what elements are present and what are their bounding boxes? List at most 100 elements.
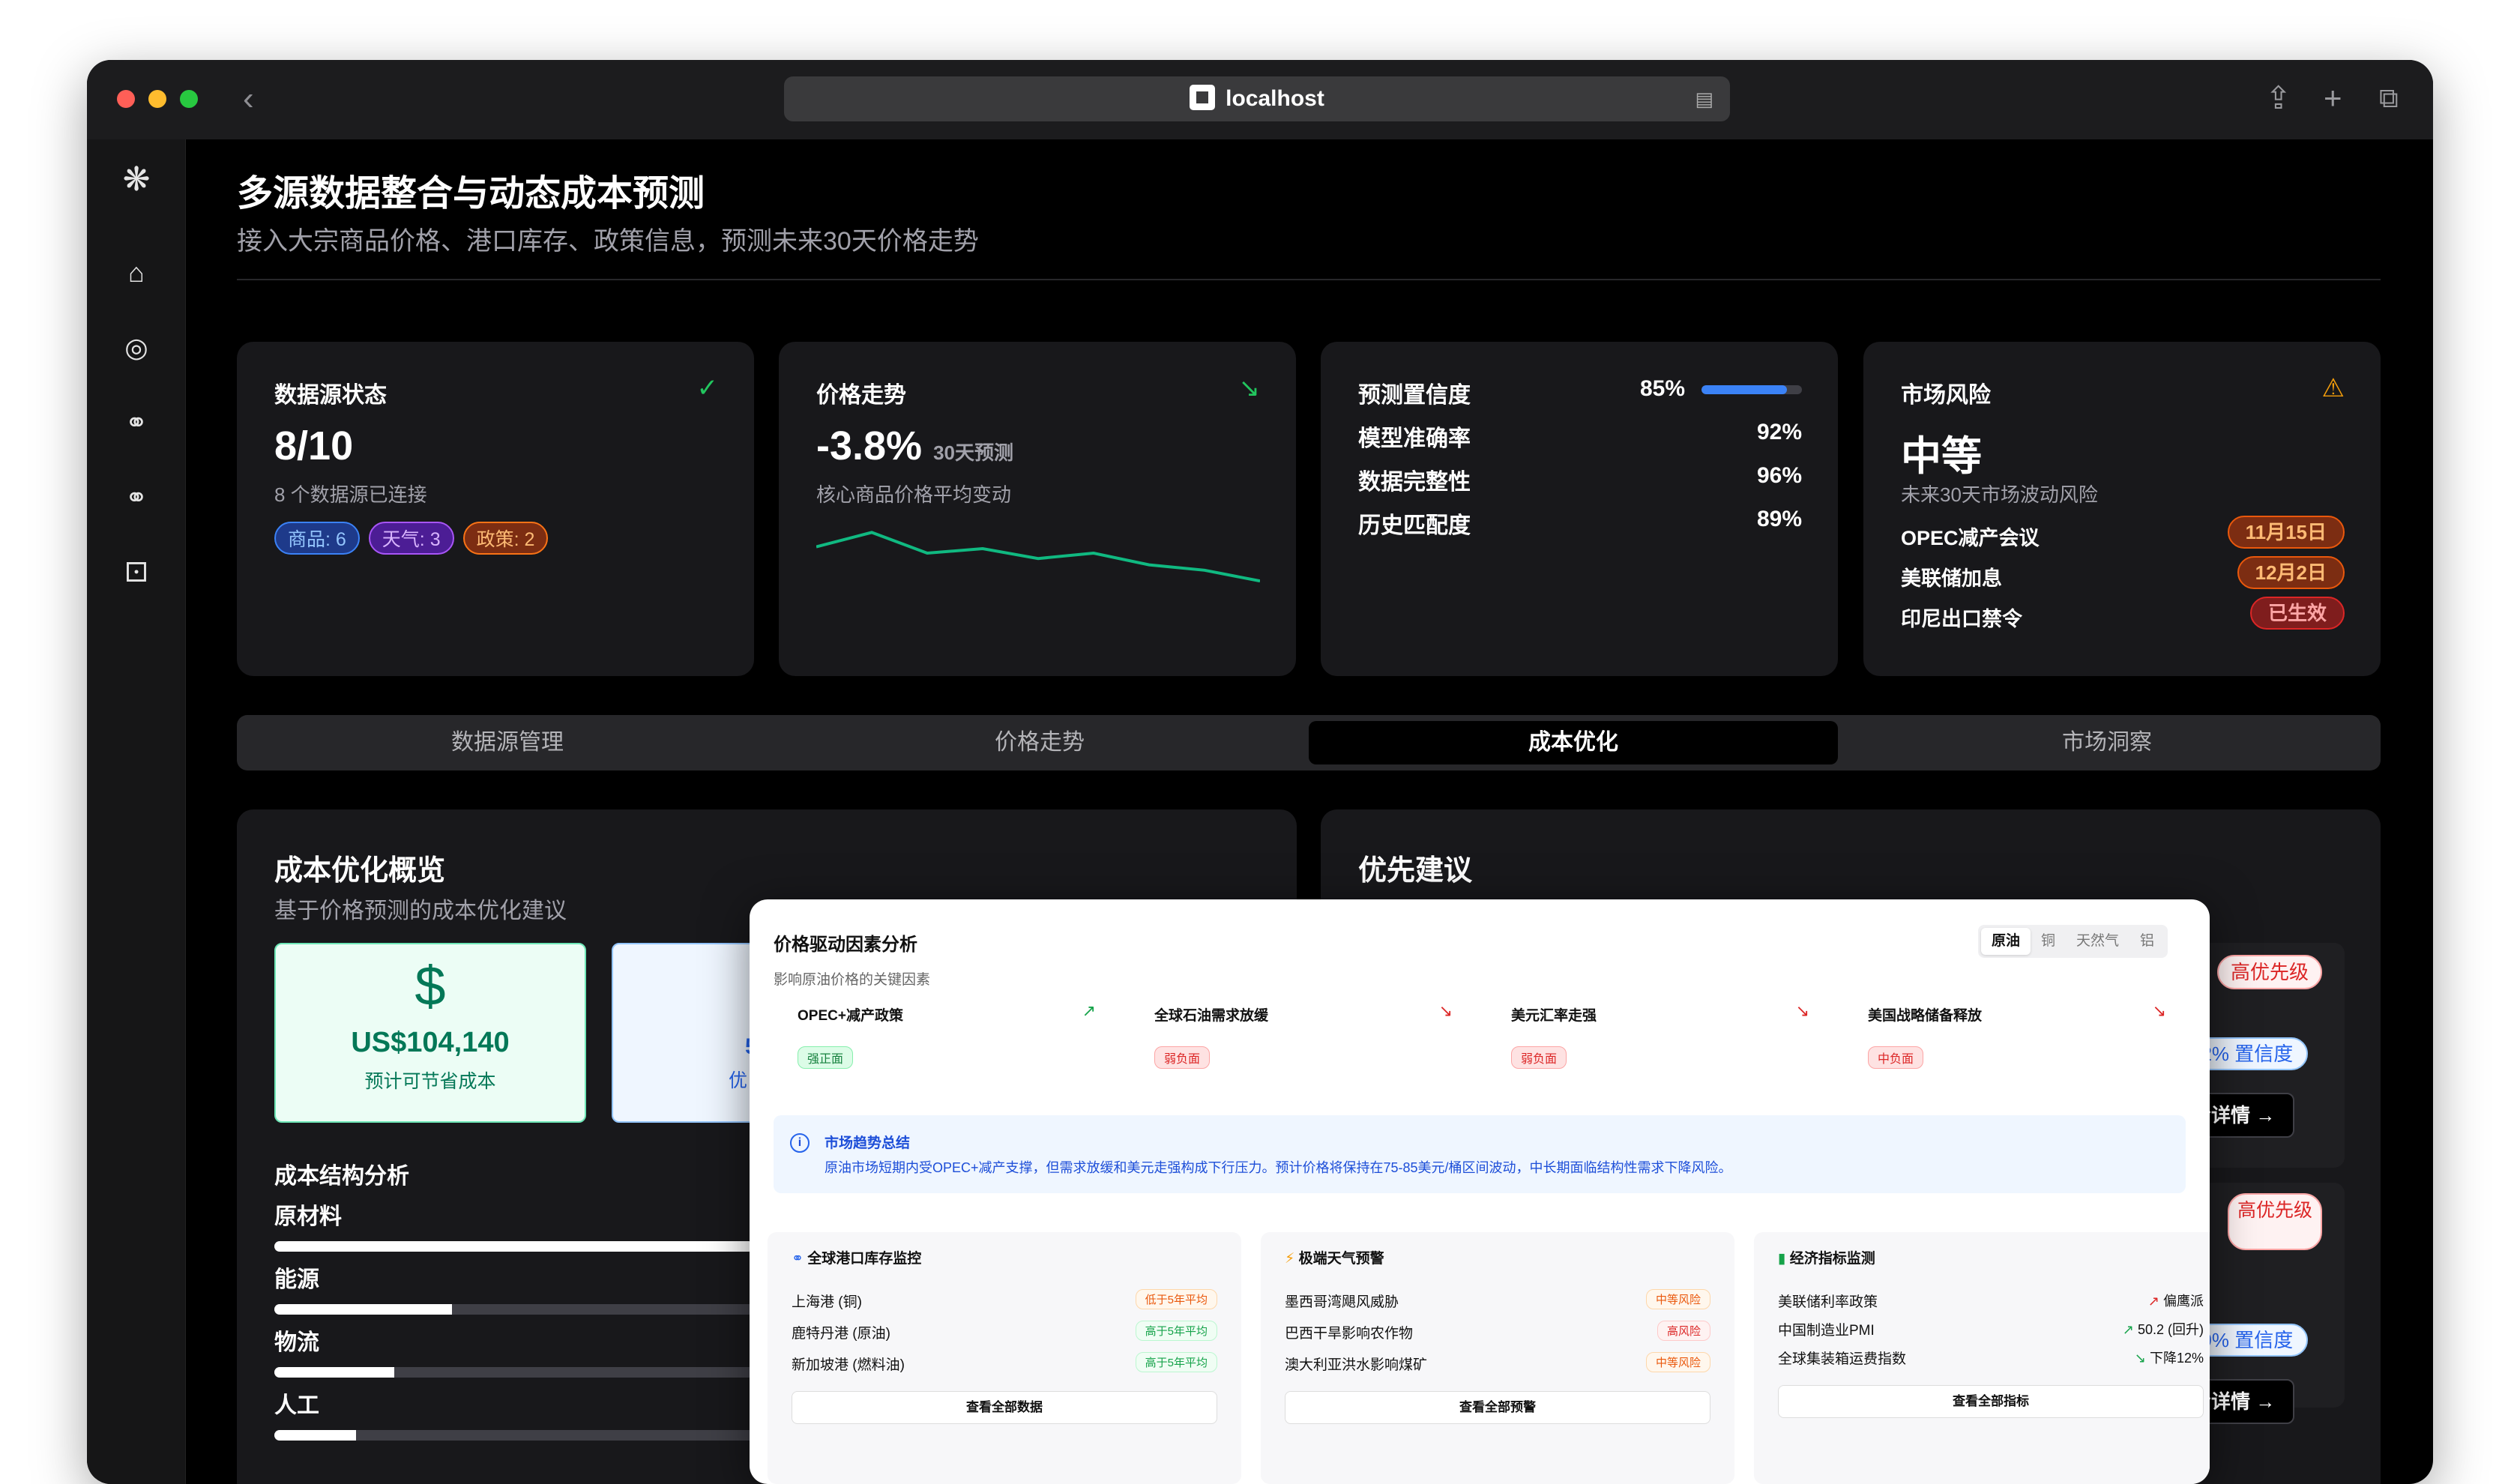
trend-title: 价格走势 [816, 383, 906, 408]
econ-value-text: 50.2 (回升) [2137, 1322, 2204, 1337]
tab-overview-icon[interactable]: ⧉ [2379, 79, 2399, 117]
port-label: 鹿特丹港 (原油) [792, 1326, 890, 1342]
economic-indicator-card: ▮ 经济指标监测 美联储利率政策 ↗ 偏鹰派 中国制造业PMI ↗ 50.2 (回升… [1754, 1232, 2210, 1484]
econ-row: 全球集装箱运费指数 ↘ 下降12% [1778, 1348, 2204, 1368]
factor-impact-tag: 弱负面 [1511, 1046, 1567, 1069]
factor-name: 全球石油需求放缓 [1154, 1008, 1269, 1024]
trending-down-icon: ↘ [2152, 1001, 2166, 1020]
segment-natural-gas[interactable]: 天然气 [2066, 928, 2129, 955]
warning-triangle-icon: ⚠ [2321, 374, 2345, 402]
datasource-card: 数据源状态 ✓ 8/10 8 个数据源已连接 商品: 6 天气: 3 政策: 2 [237, 342, 754, 676]
weather-label: 巴西干旱影响农作物 [1285, 1326, 1414, 1342]
check-circle-icon: ✓ [696, 374, 719, 402]
view-all-alerts-button[interactable]: 查看全部预警 [1285, 1391, 1710, 1424]
trending-up-icon: ↗ [1082, 1001, 1096, 1020]
new-tab-plus-icon[interactable]: + [2324, 79, 2342, 117]
port-title-text: 全球港口库存监控 [807, 1251, 922, 1267]
segment-aluminum[interactable]: 铝 [2129, 928, 2165, 955]
trend-up-icon: ↗ [2122, 1322, 2134, 1337]
view-all-indicators-button[interactable]: 查看全部指标 [1778, 1385, 2204, 1418]
econ-row: 美联储利率政策 ↗ 偏鹰派 [1778, 1291, 2204, 1311]
chip-policy: 政策: 2 [462, 522, 549, 555]
view-all-data-button[interactable]: 查看全部数据 [792, 1391, 1217, 1424]
structure-bar [274, 1241, 754, 1252]
secondary-savings-card: 5 优 [612, 943, 762, 1123]
close-window-button[interactable] [117, 90, 135, 108]
segment-copper[interactable]: 铜 [2031, 928, 2066, 955]
structure-bar [274, 1367, 754, 1378]
port-tag: 低于5年平均 [1135, 1289, 1217, 1309]
minimize-window-button[interactable] [148, 90, 166, 108]
port-row: 鹿特丹港 (原油) 高于5年平均 [792, 1321, 1217, 1342]
structure-bar [274, 1304, 754, 1315]
econ-label: 美联储利率政策 [1778, 1294, 1878, 1310]
econ-row: 中国制造业PMI ↗ 50.2 (回升) [1778, 1319, 2204, 1339]
port-label: 上海港 (铜) [792, 1294, 862, 1310]
weather-tag: 高风险 [1657, 1321, 1710, 1341]
risk-event-row: OPEC减产会议 11月15日 [1901, 516, 2345, 551]
port-inventory-title: ⚭ 全球港口库存监控 [792, 1247, 921, 1267]
price-trend-card: 价格走势 ↘ -3.8% 30天预测 核心商品价格平均变动 [779, 342, 1296, 676]
driver-factor: 全球石油需求放缓 ↘ 弱负面 [1130, 1001, 1453, 1087]
risk-desc: 未来30天市场波动风险 [1901, 483, 2098, 506]
structure-bar-fill [274, 1430, 356, 1441]
tab-cost-optimization[interactable]: 成本优化 [1309, 721, 1838, 764]
chip-weather: 天气: 3 [368, 522, 454, 555]
back-chevron-icon[interactable]: ‹ [243, 81, 254, 117]
structure-row: 人工 [274, 1387, 754, 1441]
home-icon[interactable]: ⌂ [118, 255, 154, 291]
risk-title: 市场风险 [1901, 383, 1991, 408]
summary-title: 市场趋势总结 [825, 1135, 911, 1151]
chip-commodity: 商品: 6 [274, 522, 360, 555]
risk-event-row: 美联储加息 12月2日 [1901, 556, 2345, 591]
reader-icon[interactable]: ▤ [1695, 76, 1713, 121]
market-risk-card: 市场风险 ⚠ 中等 未来30天市场波动风险 OPEC减产会议 11月15日 美联储… [1863, 342, 2381, 676]
port-tag: 高于5年平均 [1135, 1321, 1217, 1341]
page-title: 多源数据整合与动态成本预测 [237, 174, 705, 214]
weather-tag: 中等风险 [1645, 1352, 1710, 1372]
savings-label: 预计可节省成本 [364, 1071, 496, 1092]
factor-impact-tag: 弱负面 [1154, 1046, 1211, 1069]
port-tag: 高于5年平均 [1135, 1352, 1217, 1372]
confidence-progress [1701, 385, 1802, 394]
trend-sparkline [816, 531, 1260, 583]
econ-label: 全球集装箱运费指数 [1778, 1351, 1907, 1367]
info-icon: i [790, 1133, 810, 1153]
risk-event-label: 美联储加息 [1901, 567, 2002, 590]
title-bar: ‹ localhost ▤ ⇪ + ⧉ [87, 60, 2433, 139]
share-icon[interactable]: ⇪ [2265, 79, 2291, 117]
app-logo-icon[interactable]: ❋ [118, 162, 154, 198]
zoom-window-button[interactable] [180, 90, 198, 108]
risk-event-label: OPEC减产会议 [1901, 527, 2040, 549]
headphones-icon[interactable]: ⚭ [118, 480, 154, 516]
tab-datasource[interactable]: 数据源管理 [243, 721, 772, 764]
structure-label: 物流 [274, 1330, 319, 1355]
econ-value: ↗ 偏鹰派 [2148, 1291, 2204, 1310]
structure-bar-fill [274, 1241, 754, 1252]
factor-name: 美国战略储备释放 [1868, 1008, 1983, 1024]
confidence-value: 85% [1639, 376, 1685, 401]
price-drivers-popup: 价格驱动因素分析 影响原油价格的关键因素 原油铜天然气铝 OPEC+减产政策 ↗ 强… [750, 899, 2210, 1484]
metric-row: 数据完整性 96% [1358, 463, 1802, 496]
globe-icon[interactable]: ⚭ [118, 405, 154, 441]
url-text: localhost [1226, 86, 1324, 111]
risk-event-badge: 12月2日 [2237, 556, 2345, 589]
metric-row: 模型准确率 92% [1358, 420, 1802, 453]
port-row: 上海港 (铜) 低于5年平均 [792, 1289, 1217, 1311]
tab-price-trend[interactable]: 价格走势 [775, 721, 1304, 764]
graduation-cap-icon[interactable]: ⚀ [118, 555, 154, 591]
metric-label: 模型准确率 [1358, 426, 1471, 451]
segment-crude-oil[interactable]: 原油 [1980, 928, 2031, 955]
priority-title: 优先建议 [1358, 855, 1473, 887]
weather-row: 巴西干旱影响农作物 高风险 [1285, 1321, 1710, 1342]
confidence-title: 预测置信度 [1358, 383, 1471, 408]
trend-desc: 核心商品价格平均变动 [816, 483, 1012, 506]
priority-badge: 高优先级 [2217, 955, 2322, 989]
target-icon[interactable]: ◎ [118, 330, 154, 366]
trend-up-icon: ↗ [2147, 1294, 2159, 1309]
tab-market-insight[interactable]: 市场洞察 [1842, 721, 2372, 764]
address-bar[interactable]: localhost ▤ [784, 76, 1730, 121]
structure-bar [274, 1430, 754, 1441]
econ-value: ↗ 50.2 (回升) [2123, 1319, 2204, 1339]
site-favicon-icon [1190, 85, 1216, 110]
